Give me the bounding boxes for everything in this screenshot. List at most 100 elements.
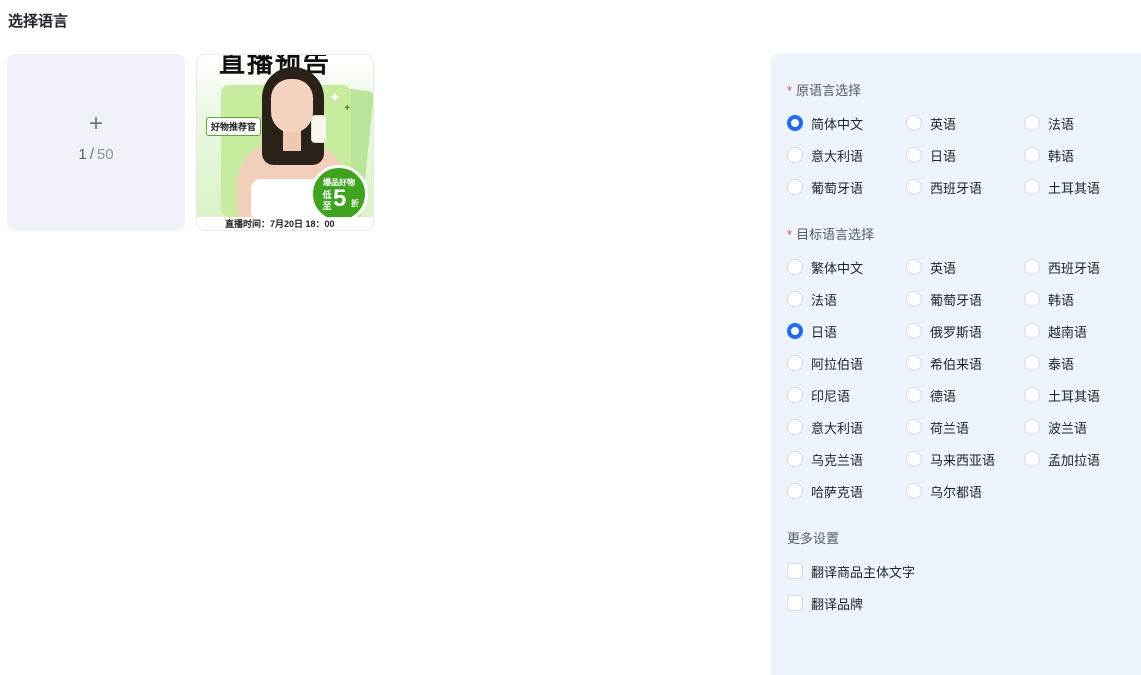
target-option-french[interactable]: 法语 bbox=[787, 289, 837, 309]
target-option-thai[interactable]: 泰语 bbox=[1024, 353, 1074, 373]
radio-icon[interactable] bbox=[1024, 451, 1040, 467]
target-option-polish[interactable]: 波兰语 bbox=[1024, 417, 1087, 437]
radio-icon[interactable] bbox=[787, 387, 803, 403]
badge-number: 5 bbox=[333, 185, 347, 212]
sparkle-icon: ✦ bbox=[343, 103, 352, 114]
radio-icon[interactable] bbox=[1024, 115, 1040, 131]
source-option-simplified-chinese[interactable]: 简体中文 bbox=[787, 113, 863, 133]
radio-icon[interactable] bbox=[906, 147, 922, 163]
target-option-dutch[interactable]: 荷兰语 bbox=[906, 417, 969, 437]
radio-icon[interactable] bbox=[1024, 419, 1040, 435]
target-option-vietnamese[interactable]: 越南语 bbox=[1024, 321, 1087, 341]
option-label: 英语 bbox=[930, 116, 957, 132]
radio-icon[interactable] bbox=[1024, 147, 1040, 163]
target-option-turkish[interactable]: 土耳其语 bbox=[1024, 385, 1100, 405]
target-option-spanish[interactable]: 西班牙语 bbox=[1024, 257, 1100, 277]
source-option-korean[interactable]: 韩语 bbox=[1024, 145, 1074, 165]
upload-image-button[interactable]: + 1/50 bbox=[7, 54, 185, 231]
target-option-urdu[interactable]: 乌尔都语 bbox=[906, 481, 982, 501]
upload-count-current: 1 bbox=[78, 146, 87, 163]
radio-icon[interactable] bbox=[1024, 387, 1040, 403]
source-option-portuguese[interactable]: 葡萄牙语 bbox=[787, 177, 863, 197]
radio-icon[interactable] bbox=[906, 483, 922, 499]
radio-icon[interactable] bbox=[906, 387, 922, 403]
source-option-english[interactable]: 英语 bbox=[906, 113, 956, 133]
target-option-bengali[interactable]: 孟加拉语 bbox=[1024, 449, 1100, 469]
option-label: 印尼语 bbox=[811, 388, 851, 404]
option-label: 希伯来语 bbox=[930, 356, 983, 372]
option-label: 英语 bbox=[930, 260, 957, 276]
target-option-kazakh[interactable]: 哈萨克语 bbox=[787, 481, 863, 501]
option-label: 波兰语 bbox=[1048, 420, 1088, 436]
radio-icon[interactable] bbox=[906, 355, 922, 371]
source-option-french[interactable]: 法语 bbox=[1024, 113, 1074, 133]
target-language-row: 印尼语 德语 土耳其语 bbox=[787, 385, 1137, 405]
radio-selected-icon[interactable] bbox=[787, 323, 803, 339]
upload-count: 1/50 bbox=[7, 146, 185, 163]
source-option-spanish[interactable]: 西班牙语 bbox=[906, 177, 982, 197]
radio-icon[interactable] bbox=[906, 259, 922, 275]
upload-count-separator: / bbox=[89, 146, 94, 163]
radio-icon[interactable] bbox=[906, 323, 922, 339]
radio-icon[interactable] bbox=[906, 179, 922, 195]
target-option-ukrainian[interactable]: 乌克兰语 bbox=[787, 449, 863, 469]
option-label: 韩语 bbox=[1048, 292, 1075, 308]
radio-icon[interactable] bbox=[787, 291, 803, 307]
option-label: 西班牙语 bbox=[1048, 260, 1101, 276]
target-option-traditional-chinese[interactable]: 繁体中文 bbox=[787, 257, 863, 277]
target-option-japanese[interactable]: 日语 bbox=[787, 321, 837, 341]
target-option-arabic[interactable]: 阿拉伯语 bbox=[787, 353, 863, 373]
target-option-portuguese[interactable]: 葡萄牙语 bbox=[906, 289, 982, 309]
radio-icon[interactable] bbox=[787, 179, 803, 195]
option-label: 马来西亚语 bbox=[930, 452, 996, 468]
translate-brand-option[interactable]: 翻译品牌 bbox=[787, 593, 863, 613]
option-label: 泰语 bbox=[1048, 356, 1075, 372]
target-language-row: 繁体中文 英语 西班牙语 bbox=[787, 257, 1137, 277]
target-option-russian[interactable]: 俄罗斯语 bbox=[906, 321, 982, 341]
option-label: 法语 bbox=[1048, 116, 1075, 132]
radio-icon[interactable] bbox=[906, 291, 922, 307]
radio-icon[interactable] bbox=[906, 451, 922, 467]
radio-icon[interactable] bbox=[787, 355, 803, 371]
source-option-turkish[interactable]: 土耳其语 bbox=[1024, 177, 1100, 197]
source-option-italian[interactable]: 意大利语 bbox=[787, 145, 863, 165]
required-mark: * bbox=[787, 83, 793, 98]
radio-icon[interactable] bbox=[787, 259, 803, 275]
radio-icon[interactable] bbox=[1024, 355, 1040, 371]
required-mark: * bbox=[787, 227, 793, 242]
radio-icon[interactable] bbox=[1024, 259, 1040, 275]
target-option-indonesian[interactable]: 印尼语 bbox=[787, 385, 850, 405]
target-option-malay[interactable]: 马来西亚语 bbox=[906, 449, 995, 469]
option-label: 西班牙语 bbox=[930, 180, 983, 196]
uploaded-image-thumbnail[interactable]: 直播预告 ✦ ✦ 好物推荐官 爆品好物 低至 5 折 直播时间：7月20日 18… bbox=[196, 54, 374, 231]
radio-icon[interactable] bbox=[787, 483, 803, 499]
checkbox-icon[interactable] bbox=[787, 595, 803, 611]
option-label: 翻译品牌 bbox=[811, 596, 864, 612]
radio-icon[interactable] bbox=[1024, 291, 1040, 307]
radio-icon[interactable] bbox=[787, 147, 803, 163]
radio-selected-icon[interactable] bbox=[787, 115, 803, 131]
target-option-german[interactable]: 德语 bbox=[906, 385, 956, 405]
source-option-japanese[interactable]: 日语 bbox=[906, 145, 956, 165]
thumbnail-bottom-text: 直播时间：7月20日 18：00 bbox=[225, 219, 335, 229]
option-label: 乌克兰语 bbox=[811, 452, 864, 468]
target-language-row: 哈萨克语 乌尔都语 bbox=[787, 481, 1137, 501]
target-option-english[interactable]: 英语 bbox=[906, 257, 956, 277]
radio-icon[interactable] bbox=[787, 451, 803, 467]
target-option-italian[interactable]: 意大利语 bbox=[787, 417, 863, 437]
target-language-row: 阿拉伯语 希伯来语 泰语 bbox=[787, 353, 1137, 373]
radio-icon[interactable] bbox=[906, 115, 922, 131]
radio-icon[interactable] bbox=[1024, 179, 1040, 195]
radio-icon[interactable] bbox=[787, 419, 803, 435]
option-label: 法语 bbox=[811, 292, 838, 308]
option-label: 俄罗斯语 bbox=[930, 324, 983, 340]
radio-icon[interactable] bbox=[906, 419, 922, 435]
radio-icon[interactable] bbox=[1024, 323, 1040, 339]
sparkle-icon: ✦ bbox=[329, 89, 341, 105]
target-option-korean[interactable]: 韩语 bbox=[1024, 289, 1074, 309]
target-option-hebrew[interactable]: 希伯来语 bbox=[906, 353, 982, 373]
checkbox-icon[interactable] bbox=[787, 563, 803, 579]
target-language-row: 日语 俄罗斯语 越南语 bbox=[787, 321, 1137, 341]
translate-product-text-option[interactable]: 翻译商品主体文字 bbox=[787, 561, 915, 581]
option-label: 土耳其语 bbox=[1048, 180, 1101, 196]
